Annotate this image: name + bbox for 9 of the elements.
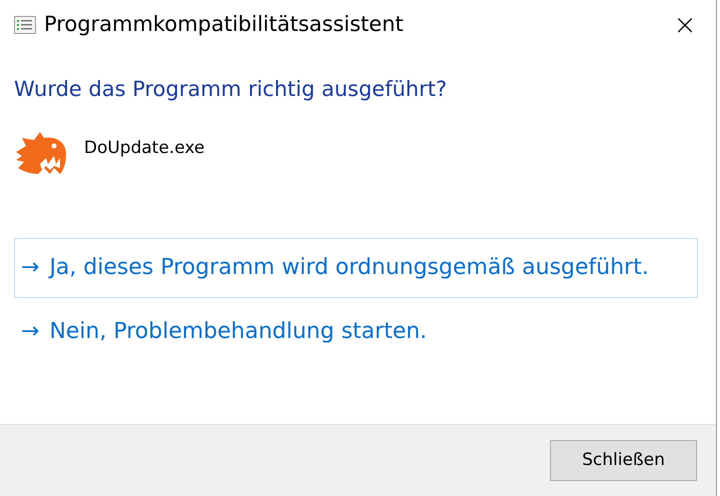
monster-icon xyxy=(14,132,68,176)
dialog-heading: Wurde das Programm richtig ausgeführt? xyxy=(14,76,448,103)
close-dialog-button[interactable]: Schließen xyxy=(550,440,697,481)
command-link[interactable]: → Ja, dieses Programm wird ordnungsgemäß ausgeführt. xyxy=(14,238,698,298)
close-button[interactable]: × xyxy=(662,0,708,50)
command-link[interactable]: → Nein, Problembehandlung starten. xyxy=(14,302,698,362)
window-title: Programmkompatibilitätsassistent xyxy=(44,11,404,38)
list-icon xyxy=(14,16,36,34)
program-name: DoUpdate.exe xyxy=(84,136,205,160)
